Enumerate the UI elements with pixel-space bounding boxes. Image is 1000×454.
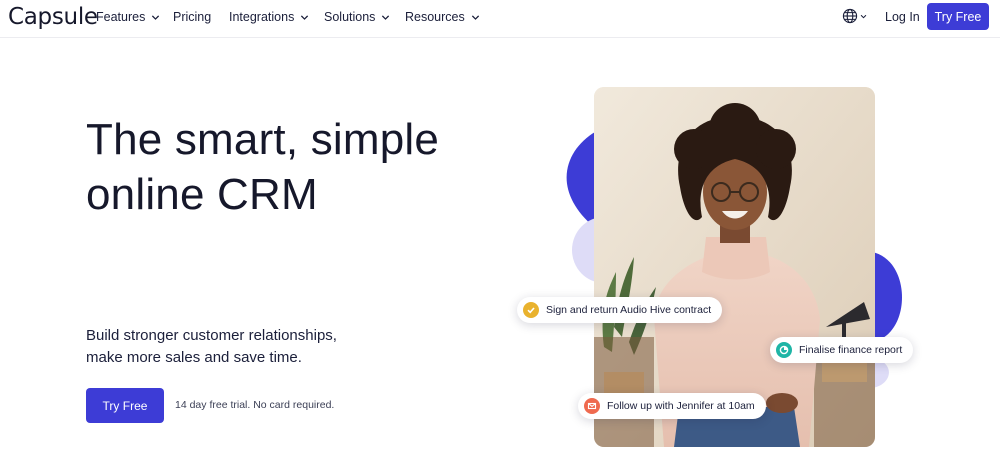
nav-item-label: Pricing bbox=[173, 10, 212, 24]
task-chip-follow-up: Follow up with Jennifer at 10am bbox=[578, 393, 766, 419]
nav-item-label: Resources bbox=[405, 10, 465, 24]
hero-try-free-button[interactable]: Try Free bbox=[86, 388, 164, 423]
nav-item-features[interactable]: Features bbox=[96, 10, 160, 24]
page-title: The smart, simple online CRM bbox=[86, 112, 526, 222]
hero-subtitle: Build stronger customer relationships, m… bbox=[86, 325, 386, 369]
nav-item-label: Solutions bbox=[324, 10, 376, 24]
subtitle-line: Build stronger customer relationships, bbox=[86, 327, 337, 344]
headline-line: online CRM bbox=[86, 170, 318, 219]
login-link[interactable]: Log In bbox=[885, 10, 920, 24]
nav-item-integrations[interactable]: Integrations bbox=[229, 10, 309, 24]
mail-icon bbox=[584, 398, 600, 414]
chevron-down-icon bbox=[382, 14, 390, 20]
decorative-blob-right bbox=[872, 252, 902, 342]
nav-item-solutions[interactable]: Solutions bbox=[324, 10, 390, 24]
task-label: Sign and return Audio Hive contract bbox=[546, 304, 712, 316]
chevron-down-icon bbox=[471, 14, 479, 20]
pie-chart-icon bbox=[776, 342, 792, 358]
task-label: Follow up with Jennifer at 10am bbox=[607, 400, 755, 412]
top-navigation: Capsule Features Pricing Integrations So… bbox=[0, 0, 1000, 38]
chevron-down-icon bbox=[152, 14, 160, 20]
subtitle-line: make more sales and save time. bbox=[86, 349, 302, 366]
task-label: Finalise finance report bbox=[799, 344, 903, 356]
language-selector[interactable] bbox=[842, 8, 867, 24]
nav-item-resources[interactable]: Resources bbox=[405, 10, 480, 24]
globe-icon bbox=[842, 8, 858, 24]
nav-item-label: Integrations bbox=[229, 10, 295, 24]
chevron-down-icon bbox=[860, 14, 867, 18]
nav-item-label: Features bbox=[96, 10, 146, 24]
check-icon bbox=[523, 302, 539, 318]
nav-item-pricing[interactable]: Pricing bbox=[173, 10, 211, 24]
task-chip-finance: Finalise finance report bbox=[770, 337, 914, 363]
trial-note: 14 day free trial. No card required. bbox=[175, 399, 335, 411]
nav-try-free-button[interactable]: Try Free bbox=[927, 3, 989, 30]
headline-line: The smart, simple bbox=[86, 115, 440, 164]
capsule-logo[interactable]: Capsule bbox=[8, 4, 98, 30]
chevron-down-icon bbox=[301, 14, 309, 20]
task-chip-contract: Sign and return Audio Hive contract bbox=[517, 297, 723, 323]
